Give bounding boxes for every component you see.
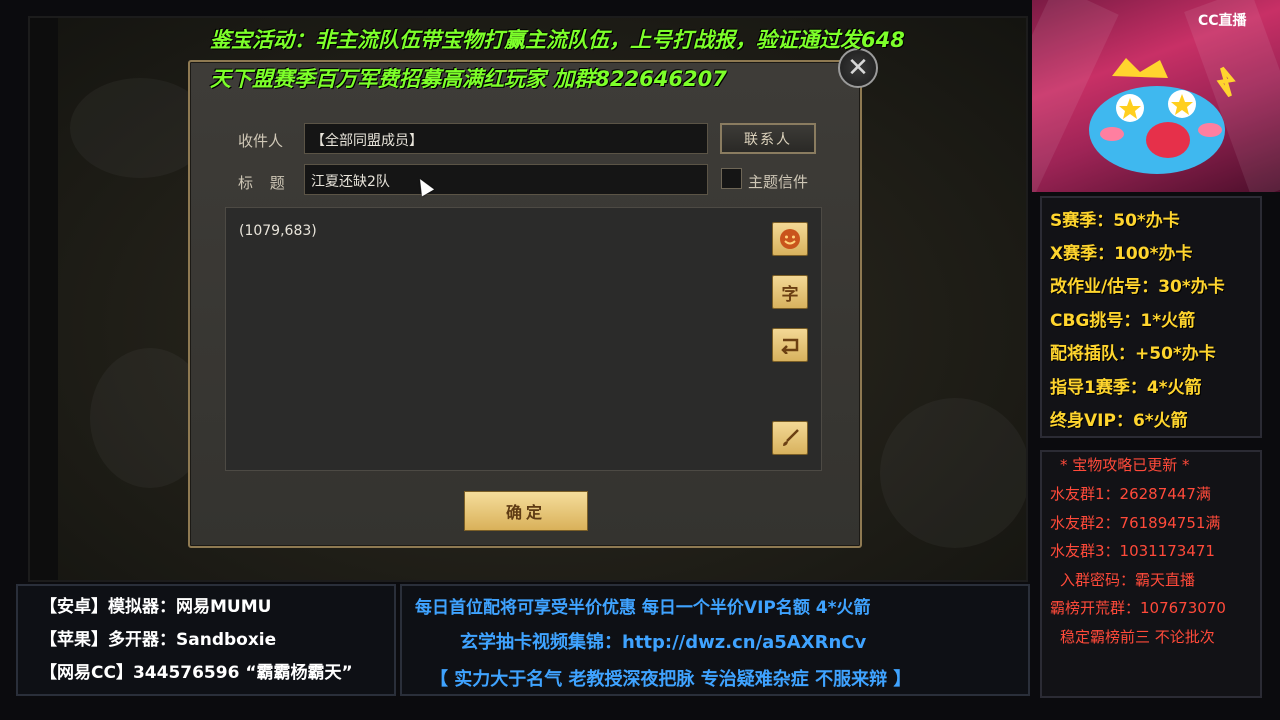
info-item: 水友群3：1031173471: [1050, 542, 1215, 560]
brush-button[interactable]: [772, 421, 808, 455]
price-item: CBG挑号：1*火箭: [1050, 311, 1196, 331]
background-decor: [880, 398, 1026, 548]
promo-line-1: 鉴宝活动：非主流队伍带宝物打赢主流队伍，上号打战报，验证通过发648: [210, 28, 905, 52]
promo-line-2: 天下盟赛季百万军费招募高满红玩家 加群822646207: [210, 67, 727, 91]
info-item: 稳定霸榜前三 不论批次: [1060, 628, 1215, 646]
return-arrow-icon: [781, 338, 799, 354]
subject-label: 标 题: [238, 174, 291, 192]
info-item: 入群密码：霸天直播: [1060, 571, 1196, 589]
price-item: 改作业/估号：30*办卡: [1050, 277, 1225, 297]
text-style-button[interactable]: 字: [772, 275, 808, 309]
promo-info-item: 【 实力大于名气 老教授深夜把脉 专治疑难杂症 不服来辩 】: [430, 669, 912, 690]
viewport-edge: [30, 18, 58, 580]
brush-icon: [783, 429, 799, 446]
info-item: 水友群1：26287447满: [1050, 485, 1211, 503]
promo-info-item: 玄学抽卡视频集锦：http://dwz.cn/a5AXRnCv: [460, 632, 867, 653]
contacts-button[interactable]: 联系人: [720, 123, 816, 154]
info-item: 水友群2：761894751满: [1050, 514, 1221, 532]
device-info-item: 【苹果】多开器：Sandboxie: [40, 630, 277, 650]
theme-mail-checkbox[interactable]: [721, 168, 742, 189]
return-button[interactable]: [772, 328, 808, 362]
promo-info-item: 每日首位配将可享受半价优惠 每日一个半价VIP名额 4*火箭: [415, 598, 871, 618]
recipient-label: 收件人: [238, 132, 284, 150]
mail-body-text: (1079,683): [239, 223, 317, 239]
cc-live-logo: CC直播: [1198, 13, 1247, 29]
mail-body-textarea[interactable]: [225, 207, 822, 471]
emoji-button[interactable]: [772, 222, 808, 256]
smiley-icon: [780, 229, 800, 249]
text-style-icon: 字: [781, 284, 799, 305]
confirm-button[interactable]: 确定: [464, 491, 588, 531]
price-item: 终身VIP：6*火箭: [1050, 411, 1188, 431]
close-dialog-button[interactable]: ✕: [838, 48, 878, 88]
price-item: 指导1赛季：4*火箭: [1050, 378, 1202, 398]
close-icon: ✕: [847, 53, 869, 83]
price-item: S赛季：50*办卡: [1050, 211, 1180, 231]
recipient-field[interactable]: 【全部同盟成员】: [304, 123, 708, 154]
theme-mail-label: 主题信件: [748, 173, 809, 191]
price-item: 配将插队：+50*办卡: [1050, 344, 1216, 364]
info-item: * 宝物攻略已更新 *: [1060, 456, 1190, 474]
device-info-item: 【安卓】模拟器：网易MUMU: [40, 597, 272, 617]
device-info-item: 【网易CC】344576596 “霸霸杨霸天”: [40, 663, 353, 683]
subject-field[interactable]: 江夏还缺2队: [304, 164, 708, 195]
info-item: 霸榜开荒群：107673070: [1050, 599, 1226, 617]
price-item: X赛季：100*办卡: [1050, 244, 1193, 264]
mascot-icon: [1089, 58, 1236, 174]
